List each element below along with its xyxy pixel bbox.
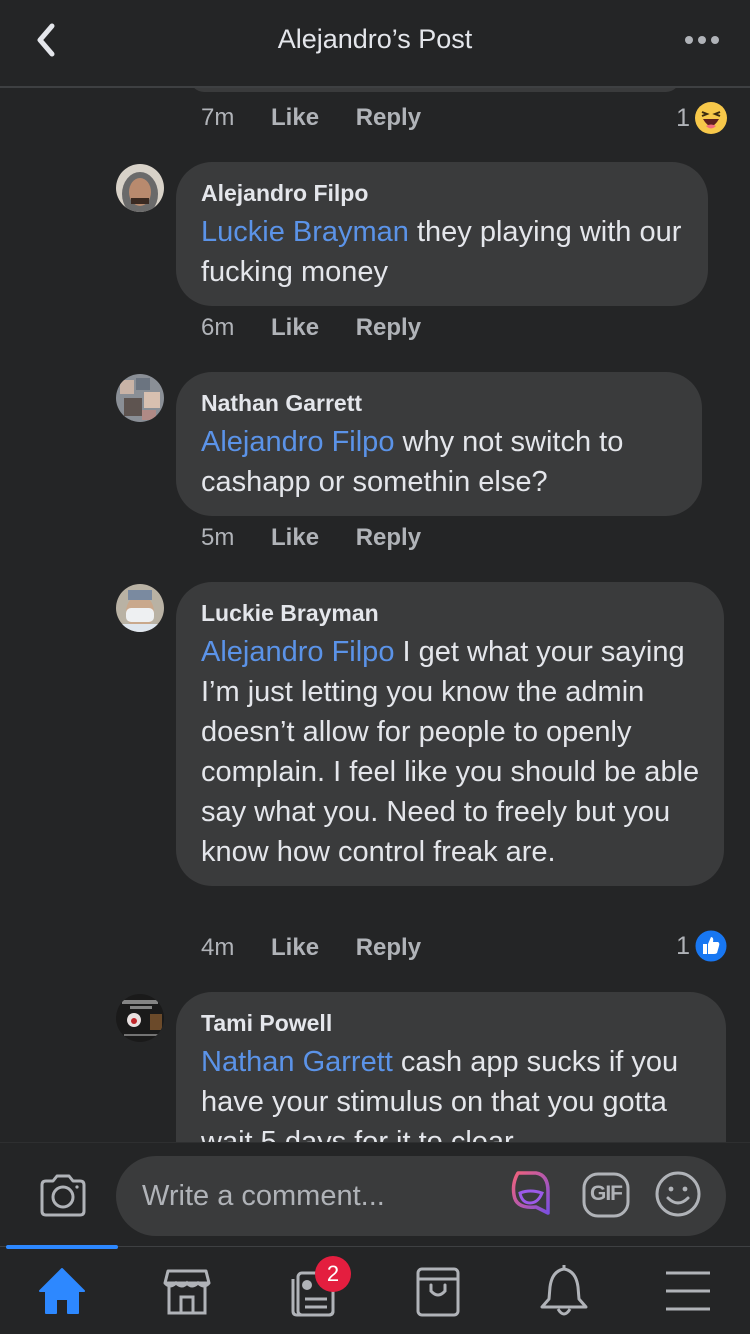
shopping-bag-icon (416, 1267, 460, 1317)
comment-bubble: Tami Powell Nathan Garrett cash app suck… (176, 992, 726, 1142)
comment-bubble: Nathan Garrett Alejandro Filpo why not s… (176, 372, 702, 516)
home-icon (39, 1268, 85, 1314)
more-horizontal-icon (685, 36, 719, 44)
comment-body: Luckie Brayman they playing with our fuc… (201, 212, 684, 292)
bottom-tab-bar: 2 (0, 1245, 750, 1334)
comment-time: 7m (201, 104, 235, 131)
comment-body: Nathan Garrett cash app sucks if you hav… (201, 1042, 702, 1142)
comment-author[interactable]: Luckie Brayman (201, 598, 700, 628)
like-button[interactable]: Like (271, 104, 319, 131)
comment-body: Alejandro Filpo I get what your saying I… (201, 632, 700, 872)
avatar-sticker-button[interactable] (508, 1169, 556, 1224)
reply-button[interactable]: Reply (356, 314, 421, 341)
reaction-count: 1 (676, 103, 690, 132)
comments-feed[interactable]: 7m Like Reply 1 Alejandro Filpo Luckie B… (0, 88, 750, 1142)
header: Alejandro’s Post (0, 0, 750, 88)
camera-icon (40, 1174, 86, 1217)
previous-comment-bubble (190, 88, 680, 92)
avatar[interactable] (116, 994, 164, 1042)
tab-marketplace[interactable] (157, 1263, 217, 1319)
comment-input-field[interactable]: GIF (116, 1156, 726, 1236)
hamburger-menu-icon (666, 1271, 710, 1311)
active-tab-indicator (6, 1245, 118, 1249)
tab-shop[interactable] (408, 1263, 468, 1319)
comment-time: 6m (201, 314, 235, 341)
avatar[interactable] (116, 164, 164, 212)
comment-author[interactable]: Tami Powell (201, 1008, 702, 1038)
reaction-summary[interactable]: 1 (676, 102, 728, 134)
mention-link[interactable]: Nathan Garrett (201, 1046, 393, 1078)
haha-reaction-icon (695, 102, 727, 134)
comment-bubble: Alejandro Filpo Luckie Brayman they play… (176, 162, 708, 306)
comment-composer: GIF (0, 1142, 750, 1246)
more-options-button[interactable] (684, 28, 720, 52)
reply-button[interactable]: Reply (356, 104, 421, 131)
comment-author[interactable]: Nathan Garrett (201, 388, 678, 418)
like-button[interactable]: Like (271, 934, 319, 961)
previous-comment-meta: 7m Like Reply (201, 102, 451, 134)
comment-input[interactable] (142, 1174, 502, 1218)
gif-label: GIF (590, 1182, 623, 1205)
page-title: Alejandro’s Post (277, 24, 473, 54)
emoji-icon (655, 1171, 701, 1217)
reaction-summary[interactable]: 1 (676, 929, 728, 963)
camera-button[interactable] (38, 1173, 88, 1222)
comment-meta: 6m Like Reply (201, 312, 451, 344)
reaction-count: 1 (676, 931, 690, 960)
tab-home[interactable] (32, 1263, 92, 1319)
mention-link[interactable]: Luckie Brayman (201, 216, 409, 248)
comment-bubble: Luckie Brayman Alejandro Filpo I get wha… (176, 582, 724, 886)
mention-link[interactable]: Alejandro Filpo (201, 426, 394, 458)
gif-button[interactable]: GIF (582, 1172, 630, 1223)
avatar-sticker-icon (511, 1171, 550, 1215)
bell-icon (540, 1265, 588, 1316)
comment-time: 4m (201, 934, 235, 961)
like-button[interactable]: Like (271, 524, 319, 551)
like-reaction-icon (694, 929, 728, 963)
comment-meta: 5m Like Reply (201, 522, 451, 554)
reply-button[interactable]: Reply (356, 934, 421, 961)
avatar[interactable] (116, 584, 164, 632)
reply-button[interactable]: Reply (356, 524, 421, 551)
comment-meta: 4m Like Reply (201, 932, 451, 964)
like-button[interactable]: Like (271, 314, 319, 341)
comment-text: I get what your saying I’m just letting … (201, 636, 700, 868)
tab-menu[interactable] (658, 1263, 718, 1319)
comment-author[interactable]: Alejandro Filpo (201, 178, 684, 208)
news-notification-badge: 2 (315, 1256, 351, 1292)
marketplace-icon (163, 1269, 211, 1315)
avatar[interactable] (116, 374, 164, 422)
comment-body: Alejandro Filpo why not switch to cashap… (201, 422, 678, 502)
mention-link[interactable]: Alejandro Filpo (201, 636, 394, 668)
emoji-button[interactable] (654, 1170, 702, 1223)
tab-notifications[interactable] (534, 1263, 594, 1319)
comment-time: 5m (201, 524, 235, 551)
